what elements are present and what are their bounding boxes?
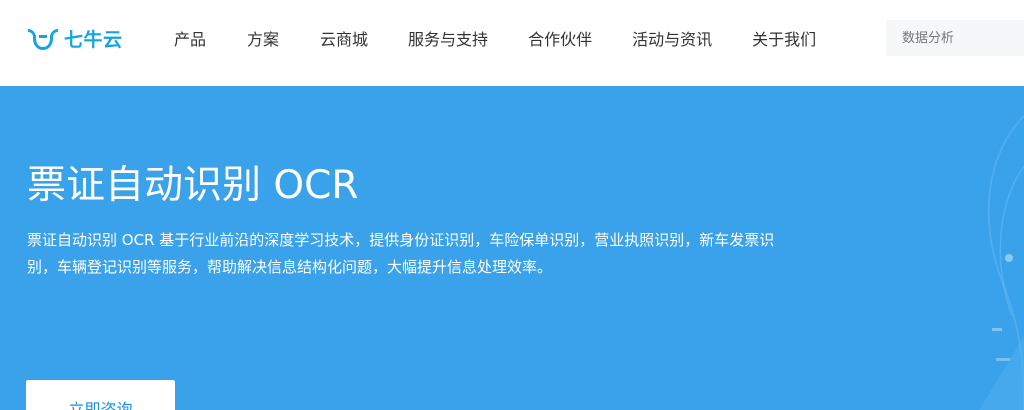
consult-now-button[interactable]: 立即咨询 [26,380,175,410]
hero-decoration-graphic [979,115,1024,410]
nav-item-marketplace[interactable]: 云商城 [320,26,368,50]
hero-banner: 票证自动识别 OCR 票证自动识别 OCR 基于行业前沿的深度学习技术，提供身份… [0,86,1024,410]
main-nav: 产品 方案 云商城 服务与支持 合作伙伴 活动与资讯 关于我们 [174,0,816,76]
qiniu-logo[interactable]: 七牛云 [26,22,123,54]
hero-title: 票证自动识别 OCR [27,163,359,208]
search-input[interactable] [902,30,1024,46]
search-box[interactable] [886,20,1024,56]
nav-item-events-news[interactable]: 活动与资讯 [632,26,712,50]
nav-item-about-us[interactable]: 关于我们 [752,26,816,50]
qiniu-logo-icon [28,29,58,50]
nav-item-solutions[interactable]: 方案 [247,26,279,50]
nav-item-products[interactable]: 产品 [174,26,206,50]
logo-text: 七牛云 [64,28,123,51]
hero-description: 票证自动识别 OCR 基于行业前沿的深度学习技术，提供身份证识别，车险保单识别，… [27,231,775,276]
nav-item-partners[interactable]: 合作伙伴 [528,26,592,50]
top-navigation-bar: 七牛云 产品 方案 云商城 服务与支持 合作伙伴 活动与资讯 关于我们 [0,0,1024,86]
nav-item-support[interactable]: 服务与支持 [408,26,488,50]
